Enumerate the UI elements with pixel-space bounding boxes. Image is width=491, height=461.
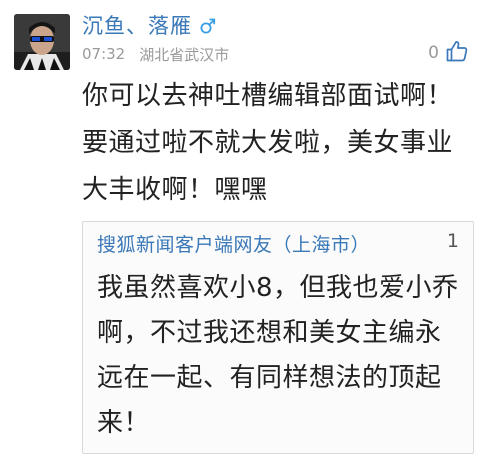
comment-item: 沉鱼、落雁 07:32 湖北省武汉市 0 你可以去神吐槽编辑部面试啊！要通过啦不…: [0, 0, 491, 461]
username-row: 沉鱼、落雁: [82, 10, 216, 40]
thumbs-up-icon: [445, 39, 469, 67]
like-button[interactable]: 0: [428, 38, 469, 68]
avatar-image: [14, 14, 70, 70]
reply-floor-number: 1: [446, 230, 459, 252]
quoted-reply: 搜狐新闻客户端网友（上海市） 1 我虽然喜欢小8，但我也爱小乔啊，不过我还想和美…: [82, 221, 474, 454]
like-count: 0: [428, 43, 439, 63]
comment-meta: 07:32 湖北省武汉市: [82, 43, 229, 65]
comment-location: 湖北省武汉市: [139, 45, 230, 64]
reply-text: 我虽然喜欢小8，但我也爱小乔啊，不过我还想和美女主编永远在一起、有同样想法的顶起…: [97, 273, 459, 438]
username[interactable]: 沉鱼、落雁: [82, 10, 192, 40]
reply-author[interactable]: 搜狐新闻客户端网友（上海市）: [97, 230, 370, 257]
male-symbol-icon: [200, 16, 216, 34]
comment-time: 07:32: [82, 45, 126, 63]
comment-text: 你可以去神吐槽编辑部面试啊！要通过啦不就大发啦，美女事业大丰收啊！嘿嘿: [82, 81, 454, 205]
avatar[interactable]: [14, 14, 70, 70]
